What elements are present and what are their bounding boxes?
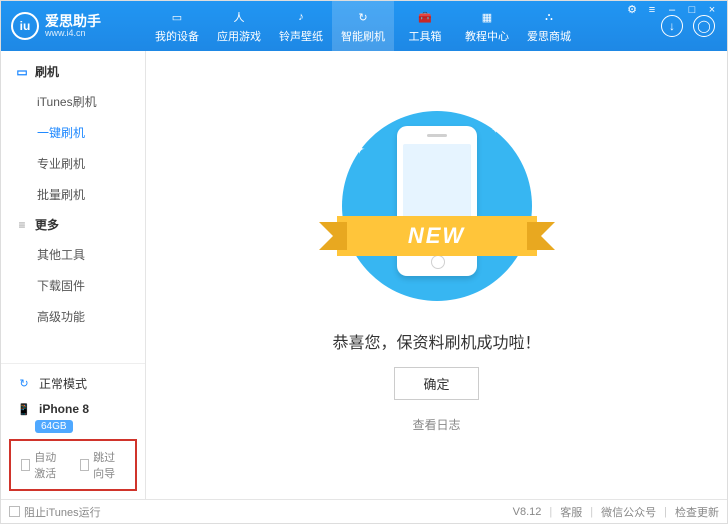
nav-label: 爱思商城: [527, 28, 571, 44]
nav-apps[interactable]: 人应用游戏: [208, 1, 270, 51]
device-row[interactable]: 📱 iPhone 8 64GB: [5, 396, 141, 437]
view-log-link[interactable]: 查看日志: [412, 416, 460, 433]
device-name: iPhone 8: [39, 402, 89, 416]
nav-label: 教程中心: [465, 28, 509, 44]
top-nav: ▭ 我的设备 人应用游戏 ♪ 铃声壁纸 ↻ 智能刷机 🧰 工具箱 ▦ 教程中心 ⛬ 爱思商城: [146, 1, 649, 51]
nav-shop[interactable]: ⛬ 爱思商城: [518, 1, 580, 51]
sparkle-icon: ✦: [491, 125, 499, 136]
sidebar-item-onekey-flash[interactable]: 一键刷机: [1, 117, 145, 148]
maximize-button[interactable]: □: [686, 4, 698, 16]
shop-icon: ⛬: [540, 8, 558, 26]
version-label: V8.12: [513, 506, 542, 518]
storage-badge: 64GB: [35, 420, 73, 433]
sidebar-item-other-tools[interactable]: 其他工具: [1, 239, 145, 270]
nav-flash[interactable]: ↻ 智能刷机: [332, 1, 394, 51]
nav-label: 应用游戏: [217, 28, 261, 44]
nav-tutorial[interactable]: ▦ 教程中心: [456, 1, 518, 51]
checkbox-skip-wizard[interactable]: [80, 459, 89, 471]
minimize-button[interactable]: –: [666, 4, 678, 16]
app-header: iu 爱思助手 www.i4.cn ▭ 我的设备 人应用游戏 ♪ 铃声壁纸 ↻ 智能刷…: [1, 1, 727, 51]
settings-icon[interactable]: ⚙: [626, 4, 638, 16]
sidebar-group-flash[interactable]: ▭ 刷机: [1, 57, 145, 86]
logo: iu 爱思助手 www.i4.cn: [1, 12, 146, 40]
nav-label: 我的设备: [155, 28, 199, 44]
device-icon: 📱: [15, 400, 33, 418]
toolbox-icon: 🧰: [416, 8, 434, 26]
sidebar-item-batch-flash[interactable]: 批量刷机: [1, 179, 145, 210]
list-icon: ≡: [15, 218, 29, 232]
flash-icon: ↻: [354, 8, 372, 26]
refresh-icon: ↻: [15, 374, 33, 392]
sparkle-icon: ✦: [354, 141, 366, 158]
ok-button[interactable]: 确定: [394, 367, 478, 400]
checkbox-auto-activate[interactable]: [21, 459, 30, 471]
checkbox-block-itunes[interactable]: [9, 506, 20, 517]
success-message: 恭喜您，保资料刷机成功啦！: [332, 329, 540, 353]
close-button[interactable]: ×: [706, 4, 718, 16]
nav-ringtones[interactable]: ♪ 铃声壁纸: [270, 1, 332, 51]
sidebar-bottom: ↻ 正常模式 📱 iPhone 8 64GB 自动激活 跳过向导: [1, 363, 145, 499]
highlight-box: 自动激活 跳过向导: [9, 439, 137, 491]
app-name: 爱思助手: [45, 14, 101, 28]
checkbox-label: 自动激活: [34, 449, 66, 481]
sidebar-item-download-firmware[interactable]: 下载固件: [1, 270, 145, 301]
nav-label: 铃声壁纸: [279, 28, 323, 44]
nav-label: 工具箱: [409, 28, 442, 44]
tutorial-icon: ▦: [478, 8, 496, 26]
mode-label: 正常模式: [39, 375, 87, 392]
nav-my-device[interactable]: ▭ 我的设备: [146, 1, 208, 51]
sidebar: ▭ 刷机 iTunes刷机 一键刷机 专业刷机 批量刷机 ≡ 更多 其他工具 下…: [1, 51, 146, 499]
mode-row[interactable]: ↻ 正常模式: [5, 370, 141, 396]
sidebar-group-more[interactable]: ≡ 更多: [1, 210, 145, 239]
logo-icon: iu: [11, 12, 39, 40]
ringtone-icon: ♪: [292, 8, 310, 26]
support-link[interactable]: 客服: [560, 504, 582, 520]
footer: 阻止iTunes运行 V8.12 | 客服 | 微信公众号 | 检查更新: [1, 499, 727, 523]
nav-label: 智能刷机: [341, 28, 385, 44]
footer-label: 阻止iTunes运行: [24, 504, 101, 520]
device-icon: ▭: [168, 8, 186, 26]
apps-icon: 人: [230, 8, 248, 26]
success-illustration: ✦ ✦ ✦ NEW: [322, 101, 552, 311]
group-title: 刷机: [35, 63, 59, 80]
ribbon-text: NEW: [337, 216, 537, 256]
app-url: www.i4.cn: [45, 28, 101, 38]
group-title: 更多: [35, 216, 59, 233]
menu-icon[interactable]: ≡: [646, 4, 658, 16]
nav-toolbox[interactable]: 🧰 工具箱: [394, 1, 456, 51]
new-ribbon: NEW: [337, 216, 537, 256]
sidebar-item-advanced[interactable]: 高级功能: [1, 301, 145, 332]
main-content: ✦ ✦ ✦ NEW 恭喜您，保资料刷机成功啦！ 确定 查看日志: [146, 51, 727, 499]
checkbox-label: 跳过向导: [93, 449, 125, 481]
phone-icon: ▭: [15, 65, 29, 79]
sidebar-item-itunes-flash[interactable]: iTunes刷机: [1, 86, 145, 117]
sidebar-item-pro-flash[interactable]: 专业刷机: [1, 148, 145, 179]
